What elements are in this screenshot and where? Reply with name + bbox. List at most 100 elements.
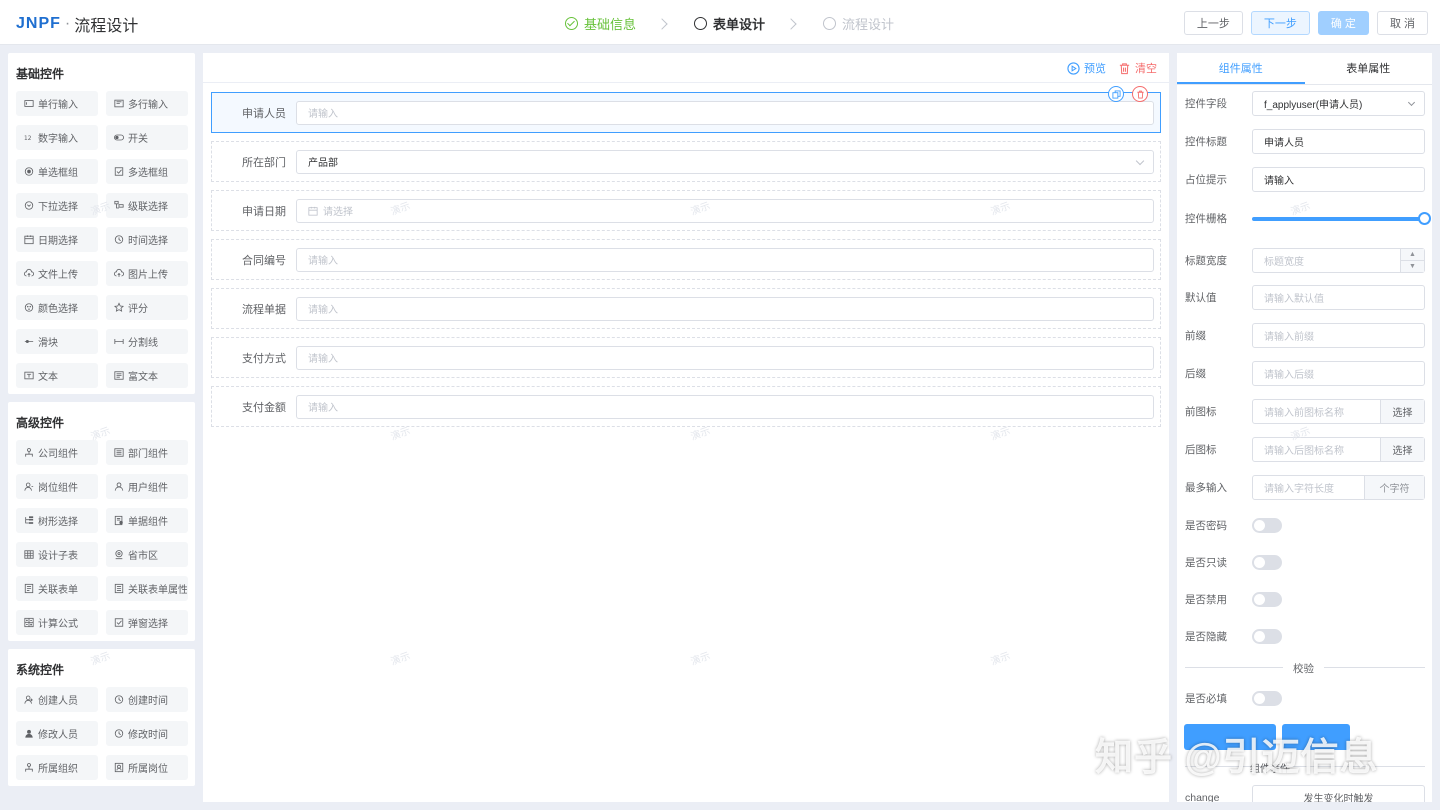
stepper-up-icon[interactable]: ▲ — [1401, 249, 1424, 261]
default-value-input[interactable]: 请输入默认值 — [1252, 285, 1425, 310]
prefix-icon-select-button[interactable]: 选择 — [1380, 400, 1424, 423]
prefix-icon-input[interactable]: 请输入前图标名称 选择 — [1252, 399, 1425, 424]
form-input-placeholder: 请输入 — [308, 403, 338, 414]
maxlength-input[interactable]: 请输入字符长度 个字符 — [1252, 475, 1425, 500]
palette-item[interactable]: 日期选择 — [16, 227, 98, 252]
next-button[interactable]: 下一步 — [1250, 11, 1310, 35]
prefix-input[interactable]: 请输入前缀 — [1252, 323, 1425, 348]
span-slider[interactable] — [1252, 206, 1431, 231]
palette-item[interactable]: 滑块 — [16, 329, 98, 354]
stepper-down-icon[interactable]: ▼ — [1401, 261, 1424, 272]
step-basic-info[interactable]: 基础信息 — [565, 14, 636, 33]
palette-item[interactable]: 多选框组 — [106, 159, 188, 184]
palette-item[interactable]: 单据组件 — [106, 508, 188, 533]
clock-icon — [114, 695, 124, 705]
form-select[interactable]: 产品部 — [296, 149, 1154, 174]
palette-item[interactable]: 单选框组 — [16, 159, 98, 184]
form-item[interactable]: 支付金额 请输入 — [211, 386, 1161, 427]
group-title: 基础控件 — [16, 67, 65, 81]
palette-item[interactable]: 用户组件 — [106, 474, 188, 499]
palette-item[interactable]: 级联选择 — [106, 193, 188, 218]
required-toggle[interactable] — [1252, 691, 1282, 706]
palette-item[interactable]: 下拉选择 — [16, 193, 98, 218]
palette-item[interactable]: 富文本 — [106, 363, 188, 388]
palette-item[interactable]: 弹窗选择 — [106, 610, 188, 635]
confirm-button[interactable]: 确 定 — [1317, 11, 1369, 35]
step-form-design[interactable]: 表单设计 — [694, 14, 765, 33]
suffix-icon-input[interactable]: 请输入后图标名称 选择 — [1252, 437, 1425, 462]
palette-item[interactable]: 关联表单 — [16, 576, 98, 601]
palette-item[interactable]: 创建人员 — [16, 687, 98, 712]
palette-item-label: 计算公式 — [38, 619, 78, 630]
form-date-picker[interactable]: 请选择 — [296, 198, 1154, 223]
delete-icon[interactable] — [1132, 86, 1148, 102]
maxlength-placeholder: 请输入字符长度 — [1264, 484, 1334, 495]
palette-item[interactable]: 树形选择 — [16, 508, 98, 533]
palette-item[interactable]: 修改人员 — [16, 721, 98, 746]
copy-icon[interactable] — [1108, 86, 1124, 102]
palette-item[interactable]: 岗位组件 — [16, 474, 98, 499]
palette-item[interactable]: 单行输入 — [16, 91, 98, 116]
change-event-button[interactable]: 发生变化时触发 — [1252, 785, 1425, 802]
palette-item[interactable]: 多行输入 — [106, 91, 188, 116]
form-input[interactable]: 请输入 — [296, 345, 1154, 370]
palette-item[interactable]: 文本 — [16, 363, 98, 388]
prop-label: 控件标题 — [1185, 136, 1227, 148]
form-item[interactable]: 申请日期 请选择 — [211, 190, 1161, 231]
date-icon — [24, 235, 34, 245]
palette-item[interactable]: 分割线 — [106, 329, 188, 354]
slider-icon — [24, 337, 34, 347]
advanced-controls-group: 高级控件 公司组件 部门组件 岗位组件 用户组件 树形选择 单据组件 设计子表 省市区 关联表单… — [8, 402, 195, 641]
palette-item[interactable]: 关联表单属性 — [106, 576, 188, 601]
form-input[interactable]: 请输入 — [296, 296, 1154, 321]
disabled-toggle[interactable] — [1252, 592, 1282, 607]
palette-item[interactable]: 公司组件 — [16, 440, 98, 465]
palette-item[interactable]: 修改时间 — [106, 721, 188, 746]
form-input[interactable]: 请输入 — [296, 394, 1154, 419]
palette-item[interactable]: 开关 — [106, 125, 188, 150]
company-icon — [24, 448, 34, 458]
title-input[interactable]: 申请人员 — [1252, 129, 1425, 154]
form-item-label: 支付方式 — [242, 352, 286, 365]
cancel-button[interactable]: 取 消 — [1376, 11, 1428, 35]
palette-item[interactable]: 图片上传 — [106, 261, 188, 286]
suffix-icon-select-button[interactable]: 选择 — [1380, 438, 1424, 461]
form-item[interactable]: 所在部门 产品部 — [211, 141, 1161, 182]
form-item[interactable]: 流程单据 请输入 — [211, 288, 1161, 329]
form-item[interactable]: 支付方式 请输入 — [211, 337, 1161, 378]
number-stepper[interactable]: ▲ ▼ — [1400, 249, 1424, 272]
placeholder-input[interactable]: 请输入 — [1252, 167, 1425, 192]
tab-form-props[interactable]: 表单属性 — [1305, 53, 1433, 84]
palette-item[interactable]: 省市区 — [106, 542, 188, 567]
palette-item[interactable]: 部门组件 — [106, 440, 188, 465]
palette-item[interactable]: 12 数字输入 — [16, 125, 98, 150]
form-item[interactable]: 合同编号 请输入 — [211, 239, 1161, 280]
palette-item[interactable]: 评分 — [106, 295, 188, 320]
readonly-toggle[interactable] — [1252, 555, 1282, 570]
palette-item[interactable]: 所属岗位 — [106, 755, 188, 780]
prop-placeholder: 占位提示 请输入 — [1185, 167, 1425, 192]
prev-button[interactable]: 上一步 — [1183, 11, 1243, 35]
field-select[interactable]: f_applyuser(申请人员) — [1252, 91, 1425, 116]
hidden-toggle[interactable] — [1252, 629, 1282, 644]
palette-item[interactable]: 颜色选择 — [16, 295, 98, 320]
step-flow-design[interactable]: 流程设计 — [823, 14, 894, 33]
preview-button[interactable]: 预览 — [1067, 60, 1106, 76]
user-icon — [114, 482, 124, 492]
form-item[interactable]: 申请人员 请输入 — [211, 86, 1161, 133]
slider-thumb[interactable] — [1418, 212, 1431, 225]
suffix-input[interactable]: 请输入后缀 — [1252, 361, 1425, 386]
form-input[interactable]: 请输入 — [296, 100, 1154, 125]
tab-component-props[interactable]: 组件属性 — [1177, 53, 1305, 84]
clear-button[interactable]: 清空 — [1118, 60, 1157, 76]
palette-item-label: 省市区 — [128, 551, 158, 562]
palette-item[interactable]: 所属组织 — [16, 755, 98, 780]
form-input[interactable]: 请输入 — [296, 247, 1154, 272]
password-toggle[interactable] — [1252, 518, 1282, 533]
palette-item[interactable]: 文件上传 — [16, 261, 98, 286]
palette-item[interactable]: 计算公式 — [16, 610, 98, 635]
label-width-input[interactable]: 标题宽度 ▲ ▼ — [1252, 248, 1425, 273]
palette-item[interactable]: 创建时间 — [106, 687, 188, 712]
palette-item[interactable]: 设计子表 — [16, 542, 98, 567]
palette-item[interactable]: 时间选择 — [106, 227, 188, 252]
